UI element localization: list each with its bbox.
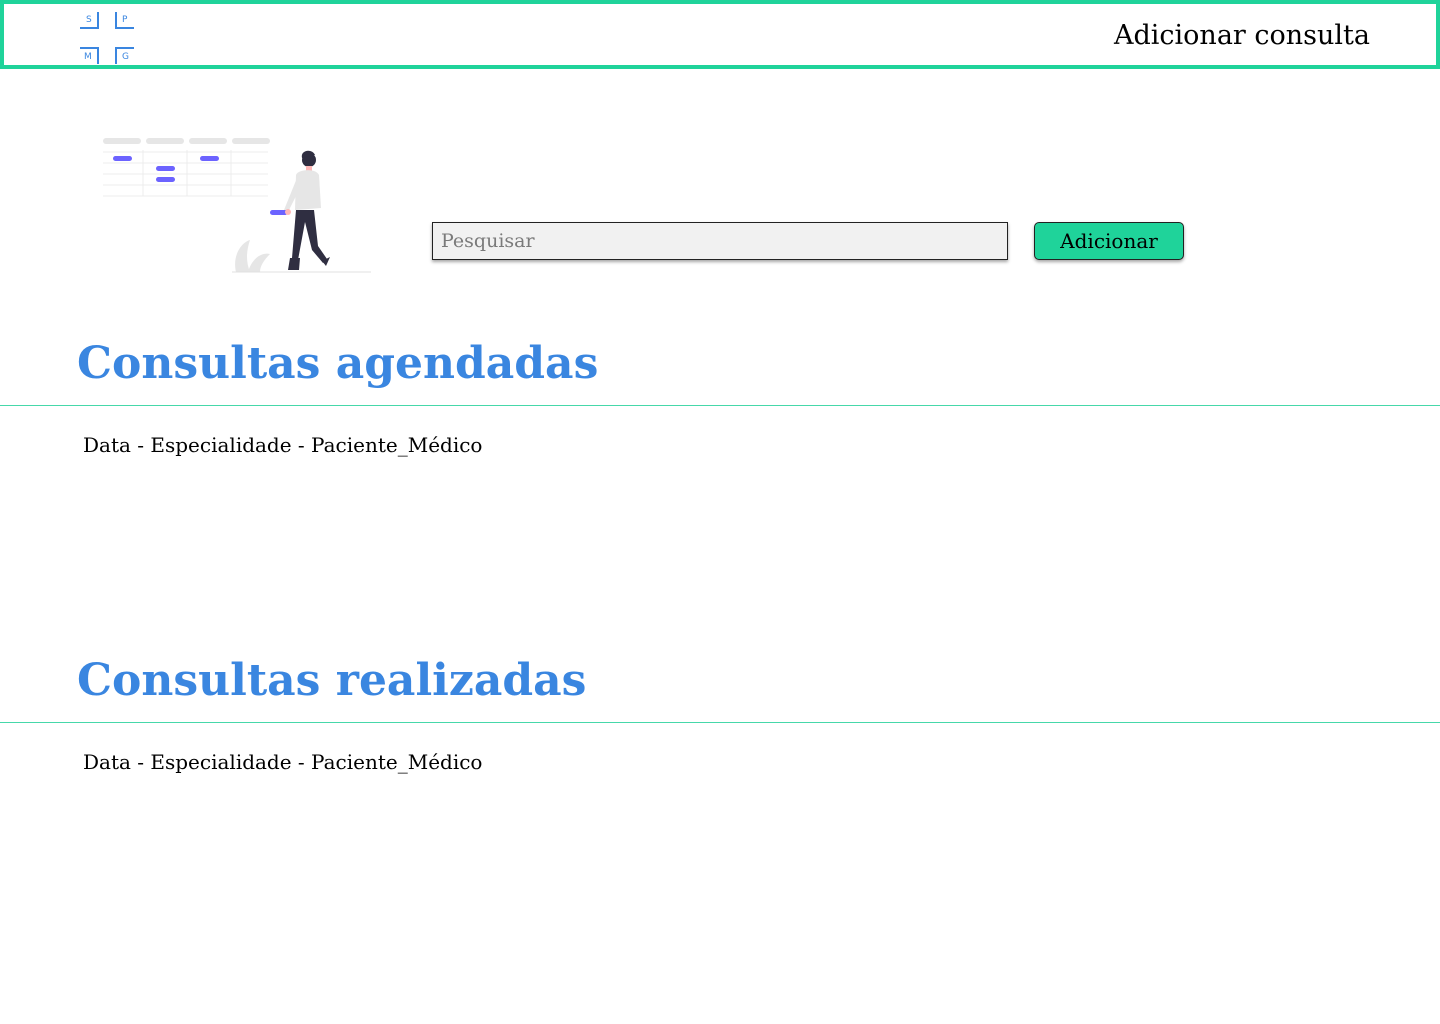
scheduled-list-item[interactable]: Data - Especialidade - Paciente_Médico bbox=[83, 431, 482, 459]
logo-letter-p: P bbox=[122, 15, 128, 25]
top-bar: S P M G Adicionar consulta bbox=[0, 0, 1440, 69]
scheduled-consultations-title: Consultas agendadas bbox=[77, 338, 599, 389]
completed-list-item[interactable]: Data - Especialidade - Paciente_Médico bbox=[83, 748, 482, 776]
completed-consultations-title: Consultas realizadas bbox=[77, 655, 587, 706]
logo-letter-m: M bbox=[84, 52, 92, 62]
calendar-person-illustration bbox=[100, 130, 375, 280]
completed-divider bbox=[0, 722, 1440, 723]
spmg-logo-icon[interactable]: S P M G bbox=[76, 8, 138, 68]
logo-letter-g: G bbox=[122, 52, 129, 62]
add-button[interactable]: Adicionar bbox=[1034, 222, 1184, 260]
search-input[interactable] bbox=[432, 222, 1008, 260]
scheduled-divider bbox=[0, 405, 1440, 406]
add-consultation-link[interactable]: Adicionar consulta bbox=[1114, 18, 1370, 54]
logo-letter-s: S bbox=[86, 15, 92, 25]
